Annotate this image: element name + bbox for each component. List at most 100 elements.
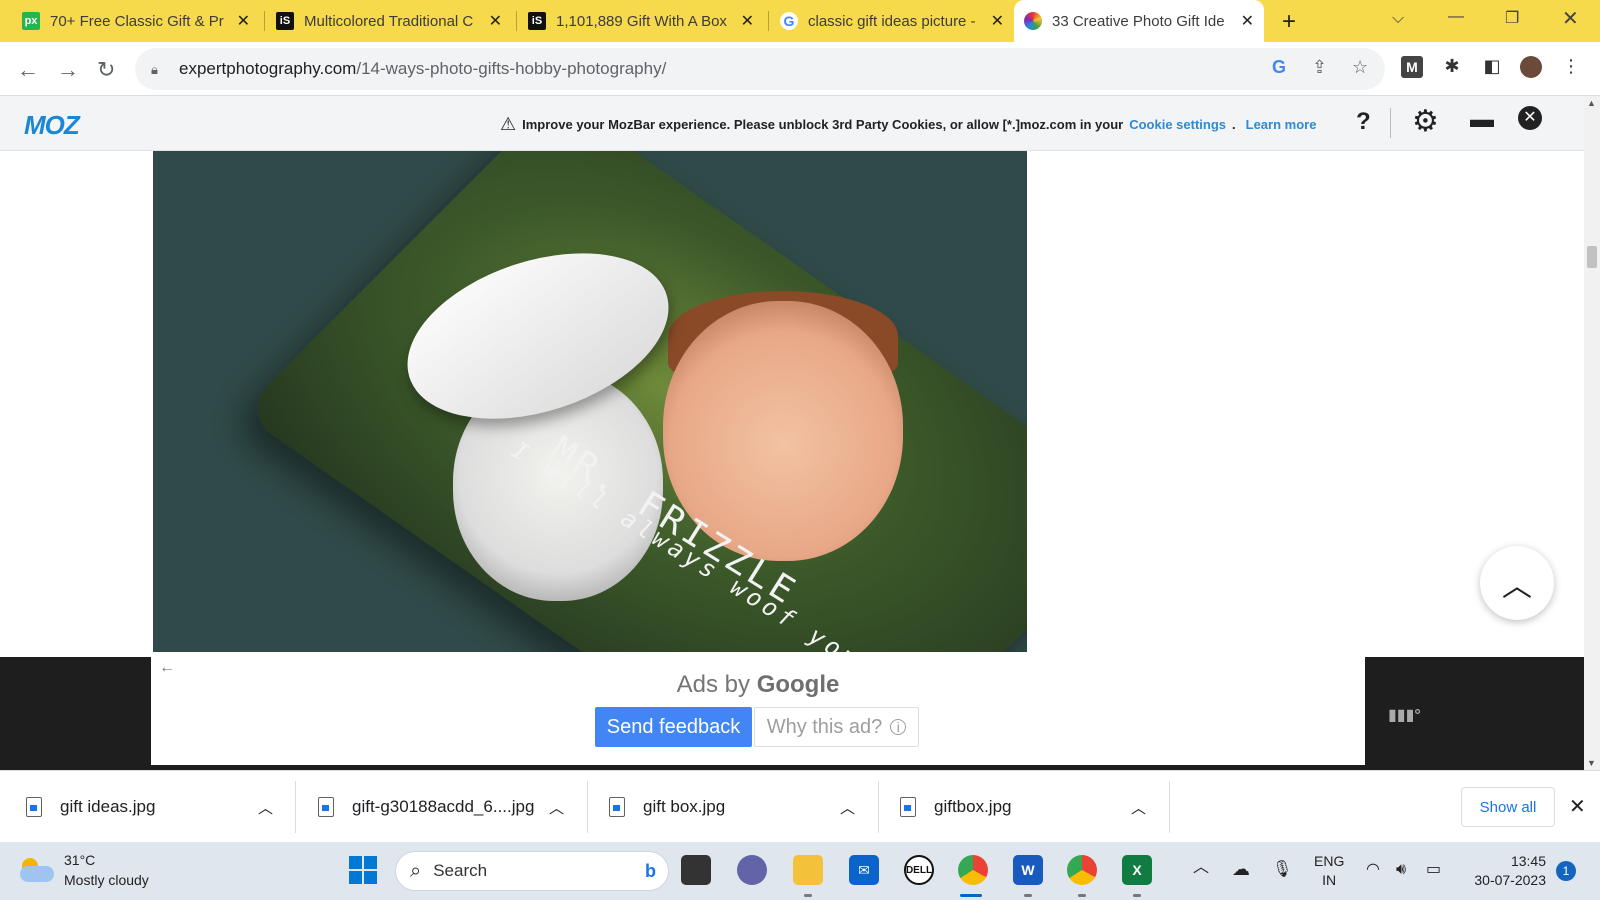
running-indicator bbox=[1078, 894, 1086, 897]
close-window-icon[interactable]: ✕ bbox=[1562, 6, 1579, 31]
chevron-up-icon[interactable]: ︿ bbox=[549, 797, 564, 818]
show-all-button[interactable]: Show all bbox=[1461, 787, 1555, 827]
chrome-profile-icon[interactable] bbox=[1067, 855, 1097, 885]
clock[interactable]: 13:45 30-07-2023 bbox=[1462, 852, 1546, 890]
search-placeholder: Search bbox=[433, 861, 488, 880]
windows-start-icon[interactable] bbox=[348, 855, 378, 885]
excel-icon[interactable]: X bbox=[1122, 855, 1152, 885]
tab-3[interactable]: iS 1,101,889 Gift With A Box ✕ bbox=[518, 0, 764, 42]
microphone-icon[interactable]: 🎙︎ bbox=[1272, 860, 1292, 879]
tab-search-icon[interactable]: ⌵ bbox=[1392, 10, 1404, 28]
close-mozbar-icon[interactable]: ✕ bbox=[1518, 106, 1542, 130]
warning-icon: ⚠ bbox=[500, 114, 517, 134]
tab-2[interactable]: iS Multicolored Traditional C ✕ bbox=[266, 0, 512, 42]
ads-by-text: Ads by bbox=[676, 671, 751, 698]
tab-4[interactable]: G classic gift ideas picture - ✕ bbox=[770, 0, 1014, 42]
close-icon[interactable]: ✕ bbox=[991, 11, 1004, 31]
download-item-2[interactable]: gift-g30188acdd_6....jpg bbox=[318, 771, 534, 843]
word-icon[interactable]: W bbox=[1013, 855, 1043, 885]
learn-more-link[interactable]: Learn more bbox=[1246, 117, 1317, 132]
forward-icon[interactable]: → bbox=[57, 57, 79, 83]
cookie-settings-link[interactable]: Cookie settings bbox=[1129, 117, 1226, 132]
mozbar: MOZ ⚠ Improve your MozBar experience. Pl… bbox=[0, 96, 1600, 151]
download-bar: gift ideas.jpg ︿ gift-g30188acdd_6....jp… bbox=[0, 770, 1600, 842]
tab-1[interactable]: px 70+ Free Classic Gift & Pr ✕ bbox=[12, 0, 260, 42]
teams-chat-icon[interactable] bbox=[737, 855, 767, 885]
wifi-icon[interactable]: ◠ bbox=[1366, 860, 1380, 879]
download-item-1[interactable]: gift ideas.jpg bbox=[26, 771, 155, 843]
tab-title: 33 Creative Photo Gift Ide bbox=[1052, 12, 1225, 30]
tab-title: Multicolored Traditional C bbox=[304, 12, 474, 30]
istock-icon: iS bbox=[276, 12, 294, 30]
scroll-down-icon[interactable]: ▼ bbox=[1587, 758, 1596, 768]
running-indicator bbox=[1024, 894, 1032, 897]
download-filename: gift ideas.jpg bbox=[60, 797, 156, 816]
bookmark-star-icon[interactable]: ☆ bbox=[1352, 57, 1368, 78]
language-code: ENG bbox=[1314, 853, 1345, 869]
show-hidden-icons-icon[interactable]: ︿ bbox=[1193, 858, 1209, 877]
more-menu-icon[interactable]: ⋮ bbox=[1560, 56, 1582, 78]
mozbar-notice: ⚠ Improve your MozBar experience. Please… bbox=[500, 114, 1316, 135]
scroll-up-icon[interactable]: ▲ bbox=[1587, 98, 1596, 108]
download-item-3[interactable]: gift box.jpg bbox=[609, 771, 725, 843]
weather-widget[interactable]: 31°C Mostly cloudy bbox=[20, 850, 149, 890]
chevron-up-icon[interactable]: ︿ bbox=[1131, 797, 1146, 818]
taskbar-search[interactable]: ⌕ Search b bbox=[395, 851, 669, 891]
address-bar[interactable]: 🔒︎ expertphotography.com/14-ways-photo-g… bbox=[135, 48, 1385, 90]
settings-gear-icon[interactable]: ⚙ bbox=[1412, 104, 1439, 139]
image-file-icon bbox=[900, 797, 916, 817]
close-icon[interactable]: ✕ bbox=[741, 11, 754, 31]
download-item-4[interactable]: giftbox.jpg bbox=[900, 771, 1012, 843]
scroll-to-top-button[interactable]: ︿ bbox=[1480, 546, 1554, 620]
file-explorer-icon[interactable] bbox=[793, 855, 823, 885]
language-indicator[interactable]: ENG IN bbox=[1314, 852, 1344, 890]
close-icon[interactable]: ✕ bbox=[1241, 11, 1254, 31]
mail-icon[interactable]: ✉ bbox=[849, 855, 879, 885]
volume-icon[interactable]: 🔊︎ bbox=[1396, 860, 1406, 879]
share-icon[interactable]: ⇪ bbox=[1312, 57, 1327, 78]
back-icon[interactable]: ← bbox=[17, 57, 39, 83]
tab-5-active[interactable]: 33 Creative Photo Gift Ide ✕ bbox=[1014, 0, 1264, 42]
tab-divider bbox=[516, 11, 517, 31]
side-panel-icon[interactable]: ◧ bbox=[1481, 56, 1503, 78]
close-icon[interactable]: ✕ bbox=[1569, 794, 1586, 819]
minimize-icon[interactable]: — bbox=[1448, 8, 1464, 26]
battery-icon[interactable]: ▭ bbox=[1426, 860, 1441, 879]
chrome-icon[interactable] bbox=[958, 855, 988, 885]
chevron-up-icon[interactable]: ︿ bbox=[258, 797, 273, 818]
url-host: expertphotography.com bbox=[179, 59, 357, 78]
running-indicator bbox=[1133, 894, 1141, 897]
why-this-ad-button[interactable]: Why this ad? i bbox=[754, 707, 919, 747]
close-icon[interactable]: ✕ bbox=[489, 11, 502, 31]
profile-avatar[interactable] bbox=[1520, 56, 1542, 78]
google-lens-icon[interactable]: G bbox=[1272, 57, 1286, 78]
scrollbar-thumb[interactable] bbox=[1587, 246, 1597, 268]
ads-by-google: Ads by Google bbox=[151, 671, 1365, 699]
collapse-bar-icon[interactable]: ▬ bbox=[1470, 106, 1494, 134]
onedrive-cloud-icon[interactable]: ☁ bbox=[1232, 860, 1250, 879]
tab-divider bbox=[264, 11, 265, 31]
close-icon[interactable]: ✕ bbox=[237, 11, 250, 31]
reload-icon[interactable]: ↻ bbox=[97, 57, 115, 83]
page-scrollbar[interactable]: ▲ ▼ bbox=[1584, 96, 1600, 770]
help-icon[interactable]: ? bbox=[1356, 108, 1371, 136]
bing-icon: b bbox=[645, 860, 656, 881]
dell-icon[interactable]: DELL bbox=[904, 855, 934, 885]
ad-panel: ← Ads by Google Send feedback Why this a… bbox=[151, 657, 1365, 765]
restore-icon[interactable]: ❐ bbox=[1505, 8, 1519, 28]
chevron-up-icon: ︿ bbox=[1502, 570, 1532, 603]
moz-logo: MOZ bbox=[24, 110, 80, 140]
browser-toolbar: ← → ↻ 🔒︎ expertphotography.com/14-ways-p… bbox=[0, 42, 1600, 96]
time: 13:45 bbox=[1510, 853, 1546, 869]
chevron-up-icon[interactable]: ︿ bbox=[840, 797, 855, 818]
mousepad-shape bbox=[240, 151, 1027, 652]
mozbar-extension-icon[interactable]: M bbox=[1401, 56, 1423, 78]
new-tab-button[interactable]: + bbox=[1282, 8, 1296, 36]
task-view-icon[interactable] bbox=[681, 855, 711, 885]
notification-badge[interactable]: 1 bbox=[1556, 861, 1576, 881]
download-filename: gift-g30188acdd_6....jpg bbox=[352, 797, 535, 816]
ad-banner: ← Ads by Google Send feedback Why this a… bbox=[0, 657, 1584, 770]
extensions-puzzle-icon[interactable]: ✱ bbox=[1441, 56, 1463, 78]
image-file-icon bbox=[609, 797, 625, 817]
send-feedback-button[interactable]: Send feedback bbox=[595, 707, 752, 747]
